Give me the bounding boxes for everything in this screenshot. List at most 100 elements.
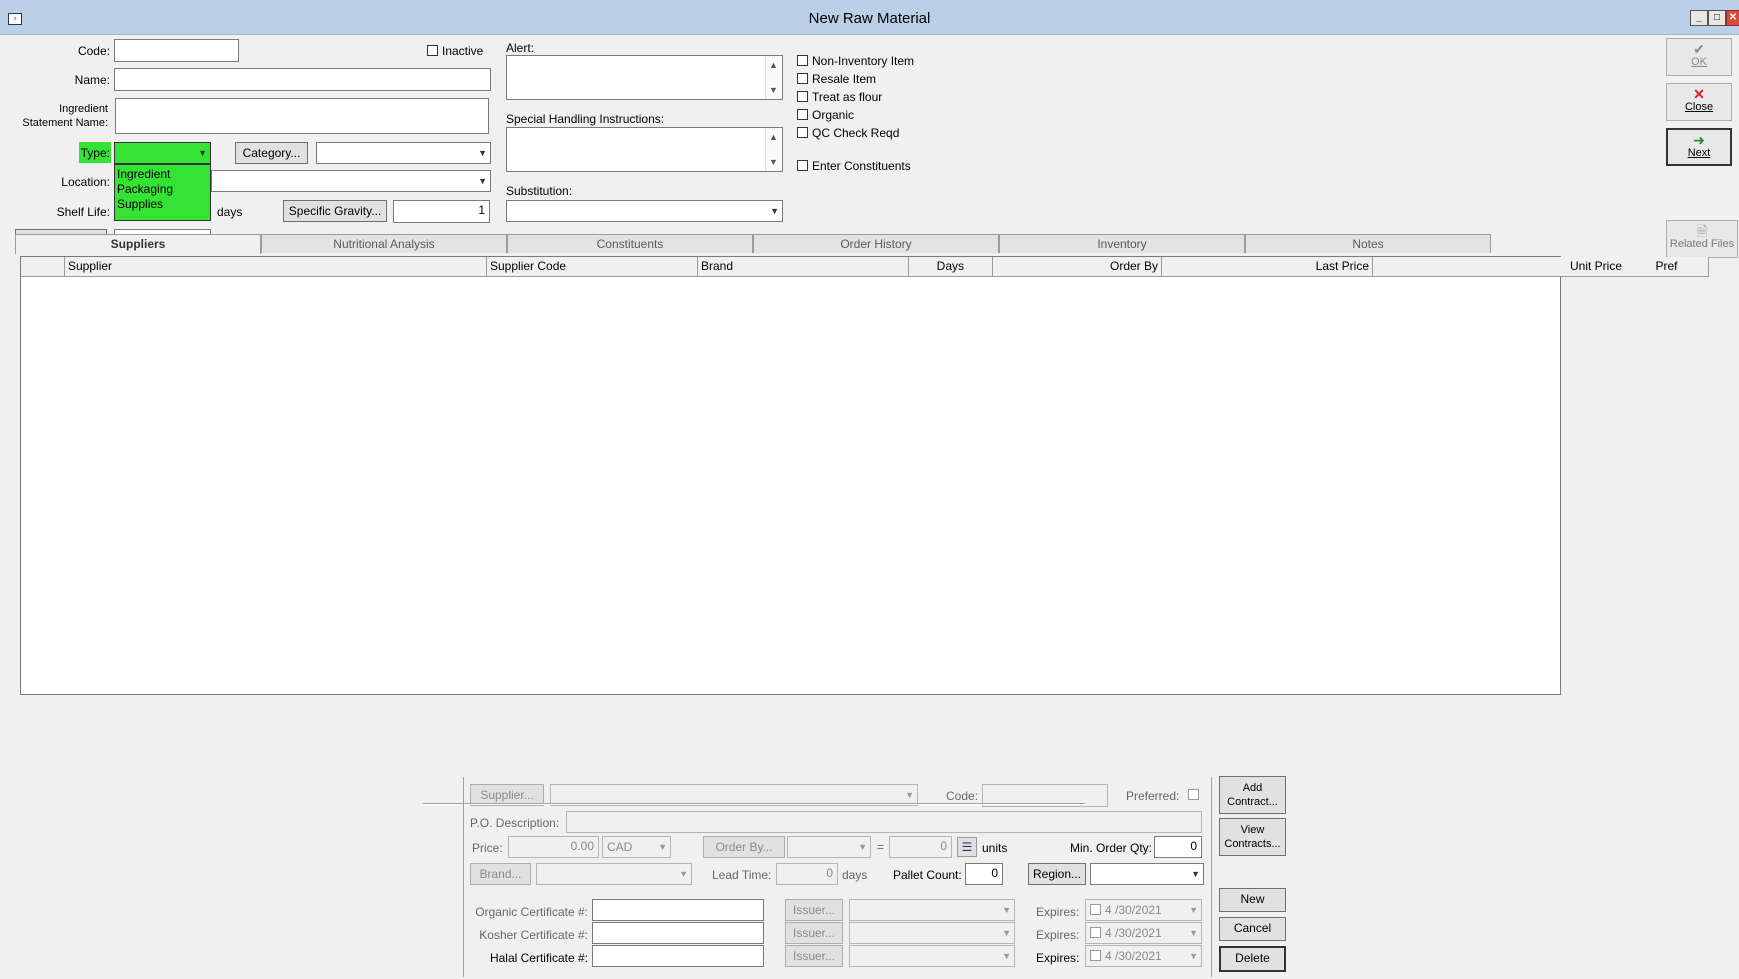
treat-as-flour-label: Treat as flour — [812, 90, 883, 104]
qc-check-checkbox[interactable] — [797, 127, 808, 138]
specific-gravity-button[interactable]: Specific Gravity... — [283, 200, 387, 222]
resale-item-label: Resale Item — [812, 72, 877, 86]
specific-gravity-input[interactable]: 1 — [393, 200, 490, 223]
code-input[interactable] — [114, 39, 239, 62]
category-dropdown[interactable]: ▼ — [316, 142, 491, 164]
units-input[interactable]: 0 — [889, 836, 952, 858]
type-option-supplies[interactable]: Supplies — [117, 197, 208, 212]
minimize-icon[interactable]: _ — [1690, 10, 1708, 26]
tab-inventory[interactable]: Inventory — [999, 234, 1245, 253]
suppliers-grid[interactable]: Supplier Supplier Code Brand Days Order … — [20, 256, 1626, 695]
order-by-dropdown[interactable]: ▼ — [787, 836, 871, 858]
organic-expires-label: Expires: — [1036, 905, 1080, 919]
ingredient-statement-input[interactable] — [115, 98, 489, 134]
type-label: Type: — [80, 146, 110, 160]
grid-col-supplier[interactable]: Supplier — [65, 257, 487, 277]
view-contracts-button[interactable]: View Contracts... — [1219, 818, 1286, 856]
ok-button[interactable]: ✔ OK — [1666, 38, 1732, 76]
substitution-label: Substitution: — [506, 184, 573, 198]
kosher-cert-label: Kosher Certificate #: — [479, 928, 588, 942]
stack-icon[interactable]: ☰ — [957, 837, 977, 857]
related-files-button[interactable]: 🗎 Related Files — [1666, 220, 1738, 258]
close-button[interactable]: ✕ Close — [1666, 83, 1732, 121]
kosher-issuer-dropdown[interactable]: ▼ — [849, 922, 1015, 944]
halal-cert-label: Halal Certificate #: — [489, 951, 588, 965]
halal-cert-input[interactable] — [592, 945, 764, 967]
non-inventory-checkbox[interactable] — [797, 55, 808, 66]
supplier-code-label: Code: — [946, 789, 979, 803]
organic-cert-input[interactable] — [592, 899, 764, 921]
lead-time-label: Lead Time: — [712, 868, 772, 882]
min-order-input[interactable]: 0 — [1154, 836, 1202, 858]
document-icon: 🗎 — [1696, 223, 1708, 239]
special-handling-label: Special Handling Instructions: — [506, 112, 665, 126]
kosher-expires-date[interactable]: 4 /30/2021 ▼ — [1085, 922, 1202, 944]
halal-expires-date[interactable]: 4 /30/2021 ▼ — [1085, 945, 1202, 967]
brand-dropdown[interactable]: ▼ — [536, 863, 692, 885]
organic-expires-date[interactable]: 4 /30/2021 ▼ — [1085, 899, 1202, 921]
next-arrow-icon: ➜ — [1693, 132, 1705, 148]
order-by-button[interactable]: Order By... — [703, 836, 785, 858]
special-handling-textarea[interactable]: ▲ ▼ — [506, 127, 783, 172]
type-option-ingredient[interactable]: Ingredient — [117, 167, 208, 182]
window-close-icon[interactable]: ✕ — [1726, 10, 1739, 26]
preferred-checkbox[interactable] — [1188, 789, 1199, 800]
kosher-issuer-button[interactable]: Issuer... — [785, 922, 843, 944]
delete-button[interactable]: Delete — [1219, 946, 1286, 972]
currency-dropdown[interactable]: CAD ▼ — [602, 836, 671, 858]
tab-constituents[interactable]: Constituents — [507, 234, 753, 253]
halal-issuer-button[interactable]: Issuer... — [785, 945, 843, 967]
organic-issuer-button[interactable]: Issuer... — [785, 899, 843, 921]
min-order-label: Min. Order Qty: — [1070, 841, 1153, 855]
kosher-cert-input[interactable] — [592, 922, 764, 944]
price-label: Price: — [472, 841, 503, 855]
halal-issuer-dropdown[interactable]: ▼ — [849, 945, 1015, 967]
grid-col-unit-price[interactable]: Unit Price — [1373, 257, 1626, 277]
ingredient-label-line1: Ingredient — [59, 103, 108, 115]
cancel-button[interactable]: Cancel — [1219, 917, 1286, 941]
organic-issuer-dropdown[interactable]: ▼ — [849, 899, 1015, 921]
ingredient-label-line2: Statement Name: — [22, 117, 108, 129]
location-dropdown[interactable]: ▼ — [211, 170, 491, 192]
resale-item-checkbox[interactable] — [797, 73, 808, 84]
substitution-dropdown[interactable]: ▼ — [506, 200, 783, 222]
grid-col-days[interactable]: Days — [909, 257, 993, 277]
grid-col-last-price[interactable]: Last Price — [1162, 257, 1373, 277]
name-label: Name: — [74, 73, 110, 87]
type-dropdown-list[interactable]: Ingredient Packaging Supplies — [114, 164, 211, 221]
treat-as-flour-checkbox[interactable] — [797, 91, 808, 102]
tab-nutritional-analysis[interactable]: Nutritional Analysis — [261, 234, 507, 253]
panel-separator — [423, 803, 1085, 805]
new-button[interactable]: New — [1219, 888, 1286, 912]
lead-time-input[interactable]: 0 — [776, 863, 838, 885]
po-description-input[interactable] — [566, 811, 1202, 833]
region-dropdown[interactable]: ▼ — [1090, 863, 1204, 885]
alert-textarea[interactable]: ▲ ▼ — [506, 55, 783, 100]
type-option-packaging[interactable]: Packaging — [117, 182, 208, 197]
brand-button[interactable]: Brand... — [470, 863, 531, 885]
enter-constituents-checkbox[interactable] — [797, 160, 808, 171]
inactive-label: Inactive — [442, 44, 484, 58]
tab-suppliers[interactable]: Suppliers — [15, 234, 261, 254]
inactive-checkbox[interactable] — [427, 45, 438, 56]
pallet-count-input[interactable]: 0 — [965, 863, 1003, 885]
price-input[interactable]: 0.00 — [508, 836, 599, 858]
shelf-life-label: Shelf Life: — [56, 205, 110, 219]
tab-notes[interactable]: Notes — [1245, 234, 1491, 253]
grid-row-header — [21, 257, 65, 277]
add-contract-button[interactable]: Add Contract... — [1219, 776, 1286, 814]
organic-checkbox[interactable] — [797, 109, 808, 120]
grid-col-pref[interactable]: Pref — [1625, 257, 1709, 277]
grid-col-brand[interactable]: Brand — [698, 257, 909, 277]
grid-col-order-by[interactable]: Order By — [993, 257, 1162, 277]
type-dropdown[interactable]: ▼ — [114, 142, 211, 164]
region-button[interactable]: Region... — [1028, 863, 1086, 885]
name-input[interactable] — [114, 68, 491, 91]
code-label: Code: — [77, 44, 110, 58]
maximize-icon[interactable]: □ — [1708, 10, 1726, 26]
category-button[interactable]: Category... — [235, 142, 308, 164]
pallet-count-label: Pallet Count: — [893, 868, 962, 882]
tab-order-history[interactable]: Order History — [753, 234, 999, 253]
grid-col-supplier-code[interactable]: Supplier Code — [487, 257, 698, 277]
next-button[interactable]: ➜ Next — [1666, 128, 1732, 166]
